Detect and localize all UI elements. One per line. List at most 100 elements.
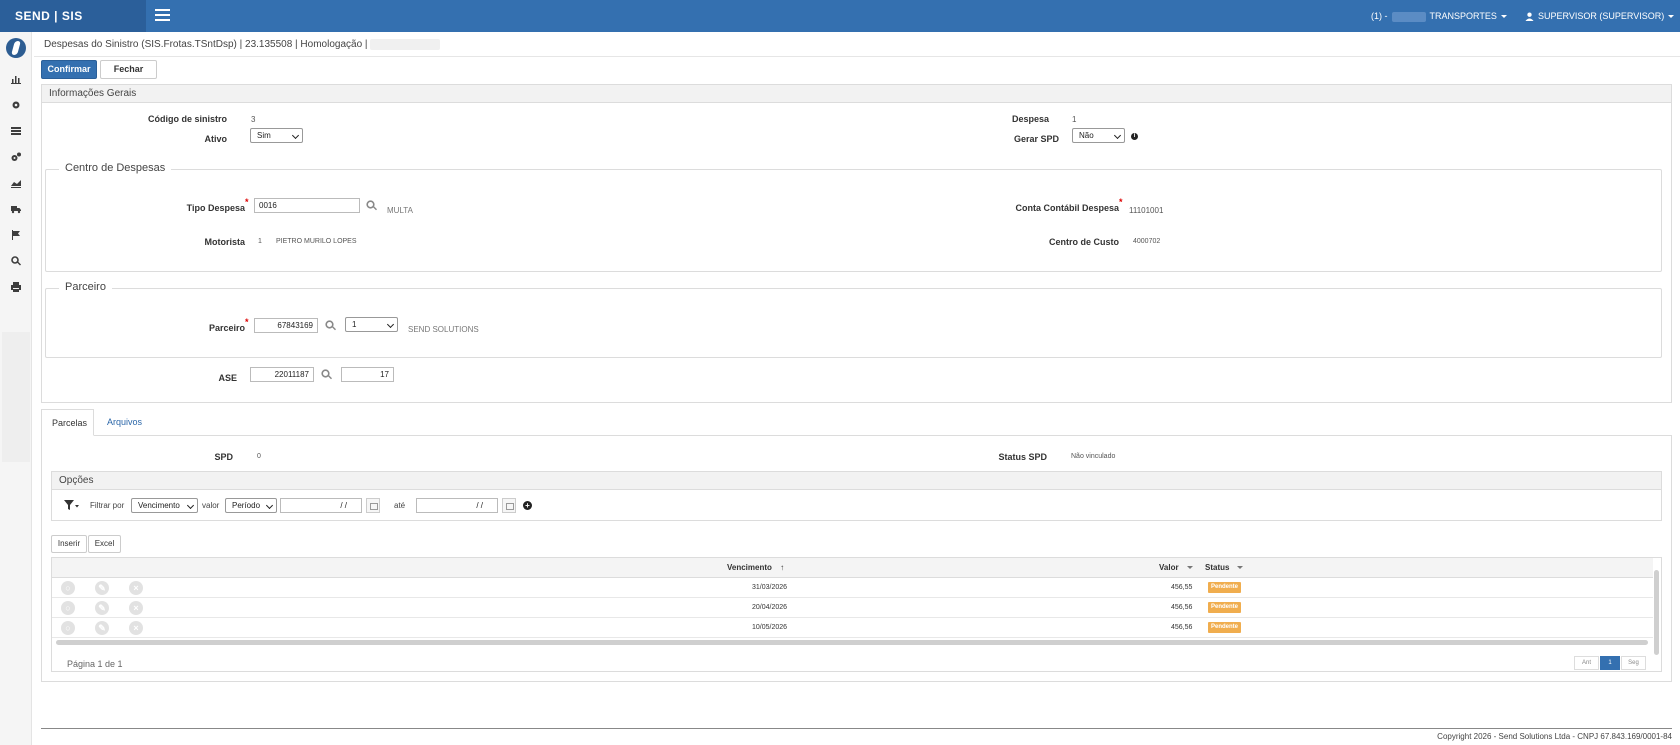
close-button[interactable]: Fechar: [100, 60, 157, 79]
vertical-scrollbar[interactable]: [1654, 570, 1659, 655]
top-navbar: SEND | SIS (1) - TRANSPORTES SUPERVISOR (…: [0, 0, 1680, 32]
gear-icon[interactable]: [10, 99, 22, 111]
confirm-button[interactable]: Confirmar: [41, 60, 97, 79]
search-icon[interactable]: [366, 200, 377, 211]
breadcrumb-text: Despesas do Sinistro (SIS.Frotas.TSntDsp…: [44, 39, 368, 51]
row-due-date: 10/05/2026: [752, 624, 788, 631]
delete-icon[interactable]: ×: [129, 601, 143, 615]
driver-label: Motorista: [204, 237, 246, 247]
area-chart-icon[interactable]: [10, 177, 22, 189]
excel-button[interactable]: Excel: [88, 535, 121, 553]
menu-toggle-icon[interactable]: [155, 9, 170, 21]
ase-input-2[interactable]: 17: [341, 367, 394, 382]
user-menu[interactable]: SUPERVISOR (SUPERVISOR): [1525, 0, 1675, 32]
spd-status-value: Não vinculado: [1071, 453, 1116, 460]
view-icon[interactable]: ○: [61, 621, 75, 635]
gears-icon[interactable]: [10, 151, 22, 163]
calendar-icon[interactable]: [502, 498, 516, 513]
company-prefix: (1) -: [1371, 11, 1388, 21]
edit-icon[interactable]: ✎: [95, 601, 109, 615]
brand-logo[interactable]: SEND | SIS: [0, 0, 146, 32]
add-filter-icon[interactable]: +: [523, 501, 532, 510]
expense-type-input[interactable]: 0016: [254, 198, 360, 213]
required-marker: *: [245, 317, 249, 327]
partner-name: SEND SOLUTIONS: [408, 325, 479, 334]
value-type-select[interactable]: Período: [225, 498, 277, 513]
chevron-down-icon: [1237, 566, 1244, 570]
expense-center-title: Centro de Despesas: [59, 162, 172, 174]
expense-value: 1: [1072, 115, 1077, 124]
filter-by-label: Filtrar por: [90, 501, 125, 510]
column-header-status[interactable]: Status: [1205, 563, 1244, 572]
tab-parcelas[interactable]: Parcelas: [41, 409, 94, 436]
row-value: 456,56: [1171, 624, 1193, 631]
table-row[interactable]: ○ ✎ × 20/04/2026 456,56 Pendente: [52, 598, 1653, 618]
active-label: Ativo: [204, 134, 228, 144]
app-logo-icon[interactable]: [6, 38, 26, 58]
row-due-date: 31/03/2026: [752, 584, 788, 591]
view-icon[interactable]: ○: [61, 601, 75, 615]
date-from-input[interactable]: / /: [280, 498, 362, 513]
edit-icon[interactable]: ✎: [95, 581, 109, 595]
calendar-icon[interactable]: [366, 498, 380, 513]
spd-label: SPD: [214, 452, 233, 462]
view-icon[interactable]: ○: [61, 581, 75, 595]
next-page-button[interactable]: Seg: [1621, 656, 1646, 670]
column-header-vencimento[interactable]: Vencimento ↑: [727, 563, 784, 572]
expense-label: Despesa: [1011, 114, 1049, 124]
list-icon[interactable]: [10, 125, 22, 137]
search-icon[interactable]: [321, 369, 332, 380]
row-due-date: 20/04/2026: [752, 604, 788, 611]
truck-icon[interactable]: [10, 203, 22, 215]
chevron-down-icon: [1668, 15, 1675, 19]
column-header-valor[interactable]: Valor: [1159, 563, 1193, 572]
partner-branch-select[interactable]: 1: [345, 317, 398, 332]
panel-title: Informações Gerais: [42, 85, 1671, 103]
row-value: 456,55: [1171, 584, 1193, 591]
tab-arquivos[interactable]: Arquivos: [97, 409, 152, 436]
search-icon[interactable]: [10, 255, 22, 267]
chevron-down-icon: [1500, 15, 1507, 19]
info-icon[interactable]: i: [1131, 133, 1138, 140]
required-marker: *: [245, 197, 249, 207]
insert-button[interactable]: Inserir: [51, 535, 87, 553]
delete-icon[interactable]: ×: [129, 581, 143, 595]
expense-type-label: Tipo Despesa: [186, 203, 245, 213]
table-row[interactable]: ○ ✎ × 31/03/2026 456,55 Pendente: [52, 578, 1653, 598]
filter-field-select[interactable]: Vencimento: [131, 498, 198, 513]
accounting-account-value: 11101001: [1129, 206, 1164, 215]
company-selector[interactable]: (1) - TRANSPORTES: [1371, 0, 1507, 32]
delete-icon[interactable]: ×: [129, 621, 143, 635]
date-to-input[interactable]: / /: [416, 498, 498, 513]
company-name: TRANSPORTES: [1429, 11, 1497, 21]
sort-up-icon: ↑: [780, 563, 785, 572]
column-label: Status: [1205, 563, 1230, 572]
footer-copyright: Copyright 2026 - Send Solutions Ltda - C…: [1437, 732, 1672, 741]
ase-input-1[interactable]: 22011187: [250, 367, 314, 382]
partner-code-input[interactable]: 67843169: [254, 318, 318, 333]
search-icon[interactable]: [325, 320, 336, 331]
sidebar: [0, 32, 32, 745]
expense-type-description: MULTA: [387, 206, 413, 215]
active-select[interactable]: Sim: [250, 128, 303, 143]
claim-code-value: 3: [251, 115, 256, 124]
status-badge: Pendente: [1208, 582, 1242, 593]
horizontal-scrollbar[interactable]: [56, 640, 1648, 645]
ase-label: ASE: [218, 373, 237, 383]
page-1-button[interactable]: 1: [1600, 656, 1620, 670]
print-icon[interactable]: [10, 281, 22, 293]
flag-icon[interactable]: [10, 229, 22, 241]
expense-center-fieldset: Centro de Despesas: [45, 162, 1662, 272]
prev-page-button[interactable]: Ant: [1574, 656, 1599, 670]
edit-icon[interactable]: ✎: [95, 621, 109, 635]
installments-grid: Vencimento ↑ Valor Status ○ ✎ × 31/03/20…: [51, 557, 1662, 672]
tab-bar: Parcelas Arquivos: [41, 409, 1672, 436]
generate-spd-select[interactable]: Não: [1072, 128, 1125, 143]
filter-icon[interactable]: [64, 500, 80, 513]
partner-section-title: Parceiro: [59, 281, 112, 293]
divider: [34, 56, 1680, 57]
chart-icon[interactable]: [10, 73, 22, 85]
value-label: valor: [202, 501, 220, 510]
footer-divider: [41, 728, 1672, 729]
table-row[interactable]: ○ ✎ × 10/05/2026 456,56 Pendente: [52, 618, 1653, 638]
